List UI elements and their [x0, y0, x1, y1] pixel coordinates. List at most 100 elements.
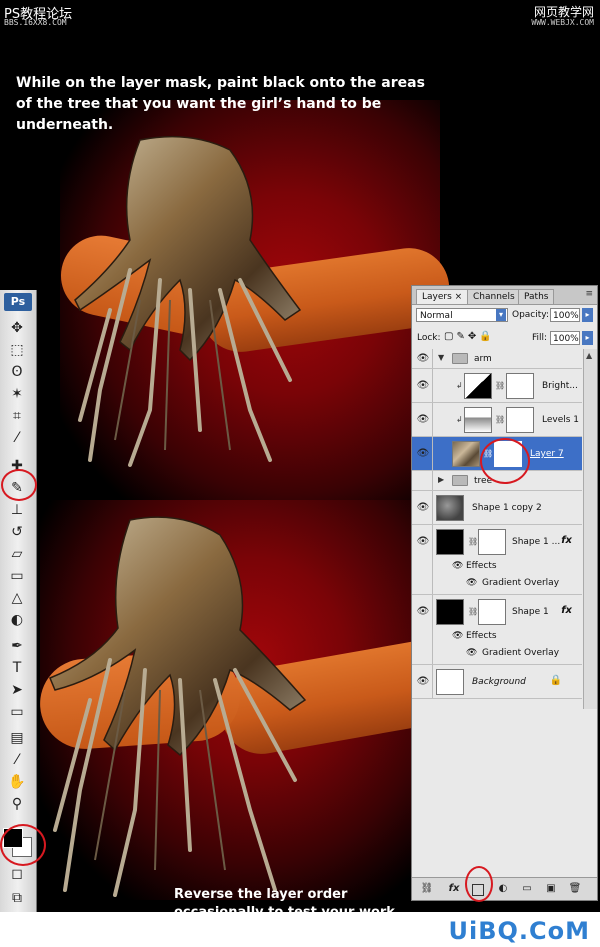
effect-eye-icon[interactable]: 👁: [466, 578, 477, 588]
path-selection-tool-icon[interactable]: ➤: [7, 680, 27, 700]
clone-stamp-tool-icon[interactable]: ⊥: [7, 500, 27, 520]
adjustment-thumbnail: [464, 373, 492, 399]
layer-row-brightness[interactable]: 👁 ↲ ⛓ Bright...: [412, 369, 582, 403]
opacity-label: Opacity:: [512, 310, 549, 320]
effects-label: Effects: [466, 631, 497, 641]
eraser-tool-icon[interactable]: ▱: [7, 544, 27, 564]
pen-tool-icon[interactable]: ✒: [7, 636, 27, 656]
layer-name: Shape 1 ...: [512, 537, 561, 547]
hand-tool-icon[interactable]: ✋: [7, 772, 27, 792]
mask-thumbnail[interactable]: [506, 407, 534, 433]
blur-tool-icon[interactable]: △: [7, 588, 27, 608]
tree-bottom: [49, 516, 307, 897]
magic-wand-tool-icon[interactable]: ✶: [7, 384, 27, 404]
lasso-tool-icon[interactable]: ʘ: [7, 362, 27, 382]
link-chain-icon: ⛓: [468, 537, 479, 546]
visibility-eye-icon[interactable]: 👁: [416, 675, 430, 689]
layer-thumbnail: [436, 495, 464, 521]
tab-paths[interactable]: Paths: [518, 289, 555, 304]
layer-name: arm: [474, 354, 492, 364]
fill-field[interactable]: 100%: [550, 331, 580, 345]
folder-icon: [452, 353, 468, 364]
effect-eye-icon[interactable]: 👁: [466, 648, 477, 658]
add-layer-style-icon[interactable]: fx: [447, 882, 461, 896]
instruction-caption-top: While on the layer mask, paint black ont…: [16, 75, 425, 133]
layer-name: Layer 7: [530, 449, 564, 459]
mask-thumbnail[interactable]: [506, 373, 534, 399]
effects-label: Effects: [466, 561, 497, 571]
effects-eye-icon[interactable]: 👁: [452, 631, 463, 641]
fill-label: Fill:: [532, 333, 548, 343]
layers-panel: Layers × Channels Paths ≡ Normal ▾ Opaci…: [411, 285, 598, 901]
visibility-eye-icon[interactable]: 👁: [416, 447, 430, 461]
history-brush-tool-icon[interactable]: ↺: [7, 522, 27, 542]
adjustment-layer-icon[interactable]: ◐: [496, 882, 510, 896]
move-tool-icon[interactable]: ✥: [7, 318, 27, 338]
layer-row-shape-copy2[interactable]: 👁 Shape 1 copy 2: [412, 491, 582, 525]
link-chain-icon: ⛓: [495, 381, 506, 390]
clip-arrow-icon: ↲: [456, 381, 463, 390]
gradient-tool-icon[interactable]: ▭: [7, 566, 27, 586]
mask-highlight-circle: [480, 438, 530, 484]
layer-row-background[interactable]: 👁 Background 🔒: [412, 665, 582, 699]
right-site-url: WWW.WEBJX.COM: [531, 18, 594, 27]
notes-tool-icon[interactable]: ▤: [7, 728, 27, 748]
quick-mask-icon[interactable]: ◻: [7, 864, 27, 884]
eyedropper2-tool-icon[interactable]: ⁄: [7, 750, 27, 770]
layer-name: Background: [472, 677, 526, 687]
vector-mask-thumbnail[interactable]: [478, 529, 506, 555]
expand-triangle-icon[interactable]: ▶: [438, 475, 444, 484]
visibility-eye-icon[interactable]: 👁: [416, 535, 430, 549]
layer-row-shape-copy[interactable]: 👁 ⛓ Shape 1 ... fx 👁 Effects 👁 Gradient …: [412, 525, 582, 595]
screen-mode-icon[interactable]: ⧉: [7, 888, 27, 908]
dodge-tool-icon[interactable]: ◐: [7, 610, 27, 630]
scroll-up-icon[interactable]: ▲: [586, 351, 592, 360]
panel-tabs: Layers × Channels Paths ≡: [412, 286, 597, 305]
fx-badge[interactable]: fx: [561, 605, 572, 616]
delete-layer-icon[interactable]: 🗑: [568, 882, 582, 896]
visibility-eye-icon[interactable]: 👁: [416, 413, 430, 427]
layer-thumbnail: [436, 529, 464, 555]
chevron-down-icon: ▾: [496, 309, 506, 321]
visibility-eye-icon[interactable]: 👁: [416, 501, 430, 515]
levels-thumbnail: [464, 407, 492, 433]
gradient-overlay-label: Gradient Overlay: [482, 578, 560, 588]
opacity-field[interactable]: 100%: [550, 308, 580, 322]
effects-eye-icon[interactable]: 👁: [452, 561, 463, 571]
fill-arrow-icon[interactable]: ▸: [582, 331, 593, 345]
layer-row-shape1[interactable]: 👁 ⛓ Shape 1 fx 👁 Effects 👁 Gradient Over…: [412, 595, 582, 665]
panel-menu-icon[interactable]: ≡: [585, 289, 593, 299]
new-group-icon[interactable]: ▭: [520, 882, 534, 896]
layers-list: 👁 ▼ arm 👁 ↲ ⛓ Bright... 👁 ↲ ⛓ Levels 1 👁…: [412, 349, 582, 709]
layers-scrollbar[interactable]: ▲: [583, 349, 597, 709]
lock-options-icons[interactable]: ▢✎✥🔒: [444, 331, 495, 342]
opacity-arrow-icon[interactable]: ▸: [582, 308, 593, 322]
shape-tool-icon[interactable]: ▭: [7, 702, 27, 722]
new-layer-icon[interactable]: ▣: [544, 882, 558, 896]
layer-row-levels[interactable]: 👁 ↲ ⛓ Levels 1: [412, 403, 582, 437]
gradient-overlay-label: Gradient Overlay: [482, 648, 560, 658]
layer-thumbnail: [452, 441, 480, 467]
link-layers-icon[interactable]: ⛓: [420, 882, 434, 896]
folder-icon: [452, 475, 468, 486]
expand-triangle-icon[interactable]: ▼: [438, 353, 444, 362]
layer-row-arm-group[interactable]: 👁 ▼ arm: [412, 349, 582, 369]
crop-tool-icon[interactable]: ⌗: [7, 406, 27, 426]
visibility-eye-icon[interactable]: 👁: [416, 605, 430, 619]
blend-mode-select[interactable]: Normal ▾: [416, 308, 508, 322]
fx-badge[interactable]: fx: [561, 535, 572, 546]
eyedropper-tool-icon[interactable]: ⁄: [7, 428, 27, 448]
visibility-eye-icon[interactable]: 👁: [416, 379, 430, 393]
site-url: BBS.16XX8.COM: [4, 18, 67, 27]
link-chain-icon: ⛓: [495, 415, 506, 424]
vector-mask-thumbnail[interactable]: [478, 599, 506, 625]
zoom-tool-icon[interactable]: ⚲: [7, 794, 27, 814]
marquee-tool-icon[interactable]: ⬚: [7, 340, 27, 360]
type-tool-icon[interactable]: T: [7, 658, 27, 678]
tab-layers[interactable]: Layers ×: [416, 289, 469, 304]
brush-highlight-circle: [1, 469, 37, 501]
visibility-eye-icon[interactable]: 👁: [416, 352, 430, 366]
tab-channels[interactable]: Channels: [467, 289, 521, 304]
color-swatch-highlight-circle: [0, 824, 46, 866]
layer-name: Levels 1: [542, 415, 580, 425]
